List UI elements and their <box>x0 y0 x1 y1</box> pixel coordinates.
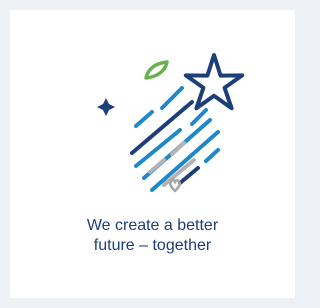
trail-line <box>160 86 184 110</box>
tagline-line-2: future – together <box>93 237 212 254</box>
trail-line <box>148 158 166 174</box>
trail-line <box>190 108 208 126</box>
leaf-icon <box>144 60 169 80</box>
trail-line <box>134 128 182 168</box>
trail-line <box>170 141 186 156</box>
trail-line <box>134 110 154 128</box>
tagline: We create a better future – together <box>10 216 295 256</box>
tagline-line-1: We create a better <box>86 217 219 234</box>
shooting-star-illustration <box>97 53 245 193</box>
star-icon <box>183 53 245 111</box>
trail-line <box>204 148 220 163</box>
heart-icon <box>168 178 182 193</box>
sparkle-icon <box>97 98 115 116</box>
feature-card: We create a better future – together <box>10 10 295 298</box>
